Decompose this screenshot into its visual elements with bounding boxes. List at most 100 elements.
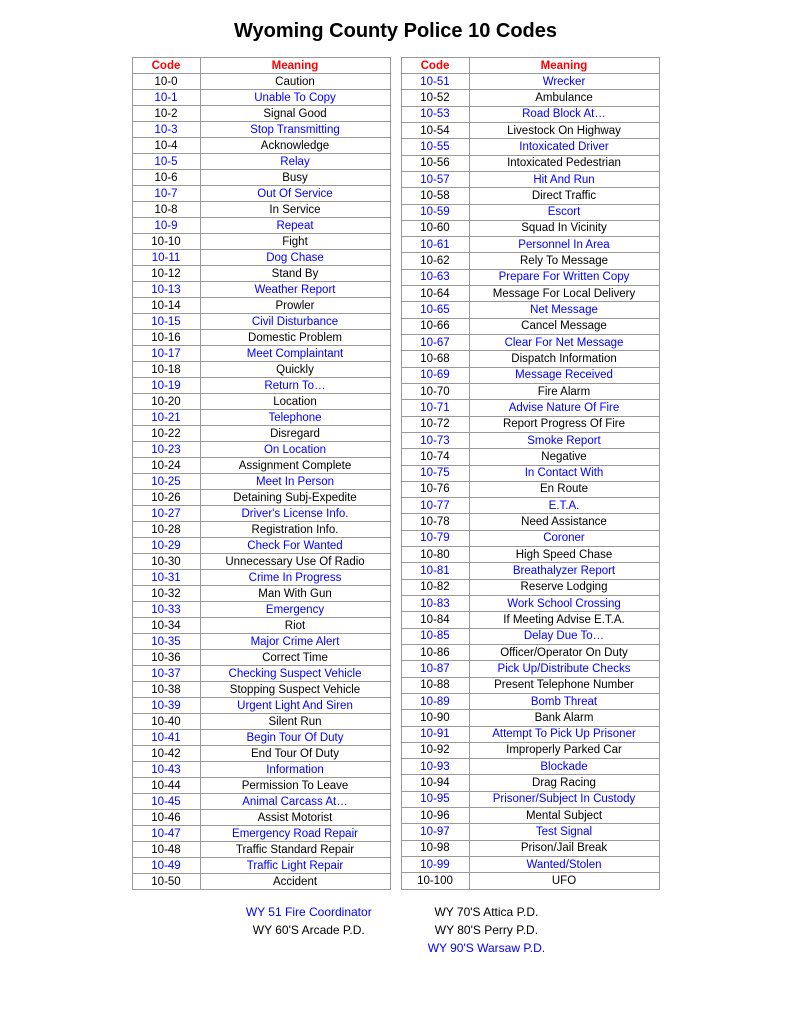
meaning-cell: Bomb Threat xyxy=(469,693,659,709)
table-row: 10-44Permission To Leave xyxy=(132,778,390,794)
code-cell: 10-56 xyxy=(401,155,469,171)
table-row: 10-26Detaining Subj-Expedite xyxy=(132,490,390,506)
table-row: 10-86Officer/Operator On Duty xyxy=(401,644,659,660)
meaning-cell: Silent Run xyxy=(200,714,390,730)
tables-wrapper: CodeMeaning 10-0Caution10-1Unable To Cop… xyxy=(30,57,761,890)
code-cell: 10-76 xyxy=(401,481,469,497)
code-cell: 10-31 xyxy=(132,570,200,586)
meaning-cell: Riot xyxy=(200,618,390,634)
footer-cell xyxy=(238,940,380,956)
meaning-cell: Telephone xyxy=(200,410,390,426)
meaning-cell: Prisoner/Subject In Custody xyxy=(469,791,659,807)
table-row: 10-76En Route xyxy=(401,481,659,497)
meaning-cell: Improperly Parked Car xyxy=(469,742,659,758)
code-cell: 10-17 xyxy=(132,346,200,362)
code-cell: 10-58 xyxy=(401,188,469,204)
meaning-cell: Rely To Message xyxy=(469,253,659,269)
table-row: 10-24Assignment Complete xyxy=(132,458,390,474)
table-row: 10-91Attempt To Pick Up Prisoner xyxy=(401,726,659,742)
meaning-cell: Need Assistance xyxy=(469,514,659,530)
code-cell: 10-83 xyxy=(401,596,469,612)
meaning-cell: Livestock On Highway xyxy=(469,122,659,138)
code-cell: 10-8 xyxy=(132,202,200,218)
code-cell: 10-43 xyxy=(132,762,200,778)
code-cell: 10-99 xyxy=(401,857,469,873)
table-row: 10-43Information xyxy=(132,762,390,778)
table-row: 10-72Report Progress Of Fire xyxy=(401,416,659,432)
table-row: 10-13Weather Report xyxy=(132,282,390,298)
code-cell: 10-68 xyxy=(401,351,469,367)
table-row: 10-87Pick Up/Distribute Checks xyxy=(401,661,659,677)
code-cell: 10-55 xyxy=(401,139,469,155)
code-cell: 10-65 xyxy=(401,302,469,318)
table-row: 10-55Intoxicated Driver xyxy=(401,139,659,155)
meaning-cell: Pick Up/Distribute Checks xyxy=(469,661,659,677)
code-cell: 10-30 xyxy=(132,554,200,570)
footer-cell: WY 70'S Attica P.D. xyxy=(420,904,553,920)
meaning-cell: Correct Time xyxy=(200,650,390,666)
meaning-cell: Unable To Copy xyxy=(200,90,390,106)
table-row: 10-73Smoke Report xyxy=(401,432,659,448)
table-row: 10-61Personnel In Area xyxy=(401,237,659,253)
table-row: 10-46Assist Motorist xyxy=(132,810,390,826)
code-cell: 10-81 xyxy=(401,563,469,579)
table-row: 10-28Registration Info. xyxy=(132,522,390,538)
meaning-cell: Crime In Progress xyxy=(200,570,390,586)
code-cell: 10-72 xyxy=(401,416,469,432)
meaning-cell: Accident xyxy=(200,874,390,890)
table-row: 10-94Drag Racing xyxy=(401,775,659,791)
meaning-cell: Civil Disturbance xyxy=(200,314,390,330)
code-cell: 10-59 xyxy=(401,204,469,220)
table-row: 10-83Work School Crossing xyxy=(401,596,659,612)
table-row: 10-9Repeat xyxy=(132,218,390,234)
meaning-cell: Stopping Suspect Vehicle xyxy=(200,682,390,698)
table-row: 10-47Emergency Road Repair xyxy=(132,826,390,842)
table-row: 10-60Squad In Vicinity xyxy=(401,220,659,236)
table-row: 10-71Advise Nature Of Fire xyxy=(401,400,659,416)
footer-cell: WY 80'S Perry P.D. xyxy=(420,922,553,938)
footer-label: WY 60'S xyxy=(253,923,302,937)
meaning-cell: Repeat xyxy=(200,218,390,234)
table-row: 10-59Escort xyxy=(401,204,659,220)
meaning-cell: Permission To Leave xyxy=(200,778,390,794)
meaning-cell: Assist Motorist xyxy=(200,810,390,826)
meaning-cell: Hit And Run xyxy=(469,171,659,187)
meaning-cell: Escort xyxy=(469,204,659,220)
table-row: 10-56Intoxicated Pedestrian xyxy=(401,155,659,171)
footer-label: WY 80'S xyxy=(435,923,484,937)
code-cell: 10-13 xyxy=(132,282,200,298)
code-cell: 10-94 xyxy=(401,775,469,791)
code-cell: 10-88 xyxy=(401,677,469,693)
table-row: 10-10Fight xyxy=(132,234,390,250)
right-code-header: Code xyxy=(401,58,469,74)
code-cell: 10-87 xyxy=(401,661,469,677)
table-row: 10-7Out Of Service xyxy=(132,186,390,202)
table-row: 10-2Signal Good xyxy=(132,106,390,122)
code-cell: 10-57 xyxy=(401,171,469,187)
meaning-cell: Personnel In Area xyxy=(469,237,659,253)
table-row: 10-100UFO xyxy=(401,873,659,890)
table-row: 10-49Traffic Light Repair xyxy=(132,858,390,874)
table-row: 10-64Message For Local Delivery xyxy=(401,286,659,302)
code-cell: 10-50 xyxy=(132,874,200,890)
meaning-cell: Location xyxy=(200,394,390,410)
meaning-cell: Domestic Problem xyxy=(200,330,390,346)
meaning-cell: Registration Info. xyxy=(200,522,390,538)
footer-row: WY 90'S Warsaw P.D. xyxy=(238,940,553,956)
meaning-cell: Intoxicated Driver xyxy=(469,139,659,155)
footer-value: Warsaw P.D. xyxy=(477,941,545,955)
meaning-cell: Caution xyxy=(200,74,390,90)
meaning-cell: If Meeting Advise E.T.A. xyxy=(469,612,659,628)
table-row: 10-96Mental Subject xyxy=(401,808,659,824)
meaning-cell: Report Progress Of Fire xyxy=(469,416,659,432)
table-row: 10-34Riot xyxy=(132,618,390,634)
meaning-cell: UFO xyxy=(469,873,659,890)
meaning-cell: Assignment Complete xyxy=(200,458,390,474)
code-cell: 10-74 xyxy=(401,449,469,465)
meaning-cell: Detaining Subj-Expedite xyxy=(200,490,390,506)
table-row: 10-50Accident xyxy=(132,874,390,890)
meaning-cell: Test Signal xyxy=(469,824,659,840)
meaning-cell: Squad In Vicinity xyxy=(469,220,659,236)
meaning-cell: Drag Racing xyxy=(469,775,659,791)
table-row: 10-92Improperly Parked Car xyxy=(401,742,659,758)
